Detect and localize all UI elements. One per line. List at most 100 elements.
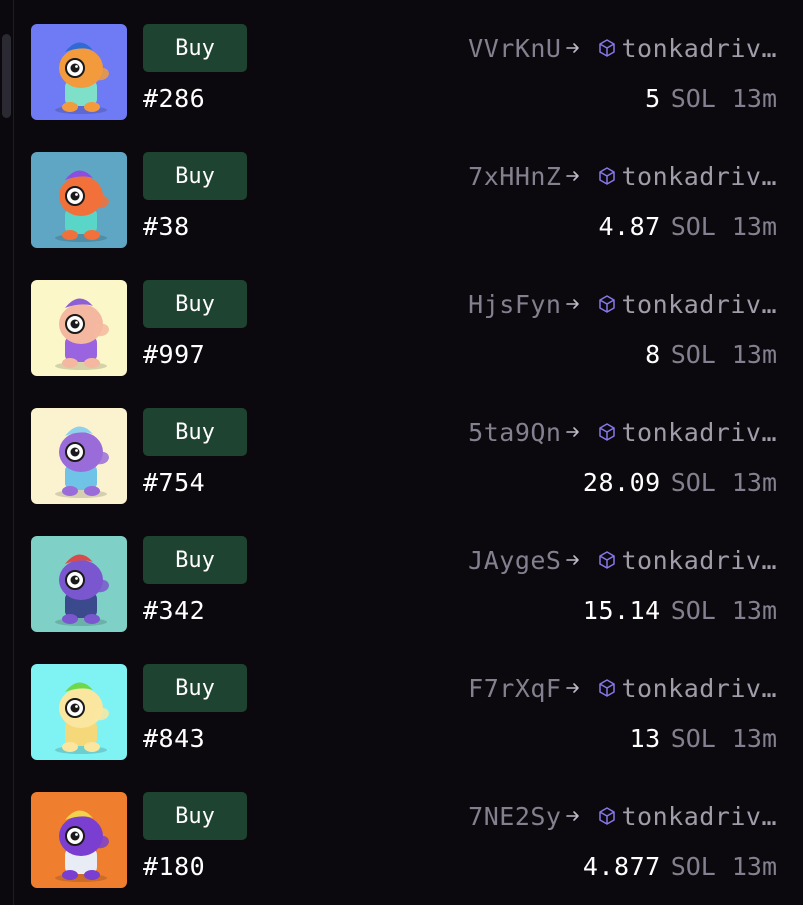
sale-price: 4.87 SOL 13m: [598, 210, 777, 242]
sale-row: Buy #286 VVrKnU tonkadriv… 5 SOL 13m: [31, 24, 781, 120]
price-currency: SOL: [670, 467, 716, 497]
sale-time: 13m: [731, 595, 777, 625]
price-currency: SOL: [670, 83, 716, 113]
sale-time: 13m: [731, 723, 777, 753]
sale-price: 15.14 SOL 13m: [583, 594, 777, 626]
token-id: #754: [143, 468, 206, 497]
nft-avatar-image: [31, 792, 127, 888]
price-value: 8: [645, 339, 661, 369]
transfer-info: VVrKnU tonkadriv…: [468, 32, 777, 64]
scrollbar[interactable]: [0, 0, 14, 905]
sale-price: 4.877 SOL 13m: [583, 850, 777, 882]
buyer-address[interactable]: tonkadriv…: [621, 674, 777, 703]
transfer-info: F7rXqF tonkadriv…: [468, 672, 777, 704]
price-currency: SOL: [670, 851, 716, 881]
cube-icon: [597, 422, 617, 442]
nft-avatar-image: [31, 152, 127, 248]
arrow-right-icon: [565, 680, 581, 696]
nft-thumbnail[interactable]: [31, 536, 127, 632]
arrow-right-icon: [565, 40, 581, 56]
cube-icon: [597, 806, 617, 826]
seller-address[interactable]: 5ta9Qn: [468, 418, 561, 447]
sale-price: 13 SOL 13m: [630, 722, 777, 754]
sale-row: Buy #342 JAygeS tonkadriv… 15.14 SOL 13m: [31, 536, 781, 632]
price-value: 4.877: [582, 851, 661, 881]
sale-row: Buy #843 F7rXqF tonkadriv… 13 SOL 13m: [31, 664, 781, 760]
cube-icon: [597, 294, 617, 314]
price-value: 28.09: [582, 467, 661, 497]
arrow-right-icon: [565, 424, 581, 440]
seller-address[interactable]: 7NE2Sy: [468, 802, 561, 831]
transfer-info: HjsFyn tonkadriv…: [468, 288, 777, 320]
sale-price: 5 SOL 13m: [645, 82, 777, 114]
price-value: 5: [645, 83, 661, 113]
price-currency: SOL: [670, 211, 716, 241]
token-id: #843: [143, 724, 206, 753]
buy-button[interactable]: Buy: [143, 664, 247, 712]
sale-time: 13m: [731, 83, 777, 113]
buyer-address[interactable]: tonkadriv…: [621, 546, 777, 575]
buy-button[interactable]: Buy: [143, 24, 247, 72]
transfer-info: JAygeS tonkadriv…: [468, 544, 777, 576]
seller-address[interactable]: HjsFyn: [468, 290, 561, 319]
nft-avatar-image: [31, 664, 127, 760]
token-id: #997: [143, 340, 206, 369]
price-value: 15.14: [582, 595, 661, 625]
nft-thumbnail[interactable]: [31, 408, 127, 504]
nft-avatar-image: [31, 24, 127, 120]
nft-thumbnail[interactable]: [31, 664, 127, 760]
seller-address[interactable]: F7rXqF: [468, 674, 561, 703]
buyer-address[interactable]: tonkadriv…: [621, 162, 777, 191]
buy-button[interactable]: Buy: [143, 152, 247, 200]
cube-icon: [597, 166, 617, 186]
buy-button[interactable]: Buy: [143, 280, 247, 328]
scrollbar-thumb[interactable]: [2, 34, 11, 118]
buyer-address[interactable]: tonkadriv…: [621, 802, 777, 831]
sale-time: 13m: [731, 339, 777, 369]
recent-sales-panel: Buy #286 VVrKnU tonkadriv… 5 SOL 13m Buy…: [0, 0, 803, 905]
cube-icon: [597, 678, 617, 698]
seller-address[interactable]: JAygeS: [468, 546, 561, 575]
buyer-address[interactable]: tonkadriv…: [621, 418, 777, 447]
price-currency: SOL: [670, 723, 716, 753]
token-id: #342: [143, 596, 206, 625]
sale-row: Buy #38 7xHHnZ tonkadriv… 4.87 SOL 13m: [31, 152, 781, 248]
price-currency: SOL: [670, 595, 716, 625]
seller-address[interactable]: VVrKnU: [468, 34, 561, 63]
nft-thumbnail[interactable]: [31, 280, 127, 376]
cube-icon: [597, 38, 617, 58]
buy-button[interactable]: Buy: [143, 536, 247, 584]
buyer-address[interactable]: tonkadriv…: [621, 34, 777, 63]
transfer-info: 5ta9Qn tonkadriv…: [468, 416, 777, 448]
sale-time: 13m: [731, 467, 777, 497]
nft-thumbnail[interactable]: [31, 792, 127, 888]
token-id: #286: [143, 84, 206, 113]
buy-button[interactable]: Buy: [143, 792, 247, 840]
nft-avatar-image: [31, 408, 127, 504]
buyer-address[interactable]: tonkadriv…: [621, 290, 777, 319]
token-id: #38: [143, 212, 190, 241]
sale-time: 13m: [731, 211, 777, 241]
nft-thumbnail[interactable]: [31, 152, 127, 248]
seller-address[interactable]: 7xHHnZ: [468, 162, 561, 191]
buy-button[interactable]: Buy: [143, 408, 247, 456]
nft-avatar-image: [31, 280, 127, 376]
sale-price: 8 SOL 13m: [645, 338, 777, 370]
nft-thumbnail[interactable]: [31, 24, 127, 120]
nft-avatar-image: [31, 536, 127, 632]
price-value: 13: [629, 723, 661, 753]
price-currency: SOL: [670, 339, 716, 369]
sale-row: Buy #180 7NE2Sy tonkadriv… 4.877 SOL 13m: [31, 792, 781, 888]
arrow-right-icon: [565, 552, 581, 568]
sale-price: 28.09 SOL 13m: [583, 466, 777, 498]
arrow-right-icon: [565, 168, 581, 184]
sale-row: Buy #997 HjsFyn tonkadriv… 8 SOL 13m: [31, 280, 781, 376]
sale-time: 13m: [731, 851, 777, 881]
arrow-right-icon: [565, 808, 581, 824]
cube-icon: [597, 550, 617, 570]
transfer-info: 7xHHnZ tonkadriv…: [468, 160, 777, 192]
transfer-info: 7NE2Sy tonkadriv…: [468, 800, 777, 832]
sale-row: Buy #754 5ta9Qn tonkadriv… 28.09 SOL 13m: [31, 408, 781, 504]
price-value: 4.87: [598, 211, 661, 241]
arrow-right-icon: [565, 296, 581, 312]
